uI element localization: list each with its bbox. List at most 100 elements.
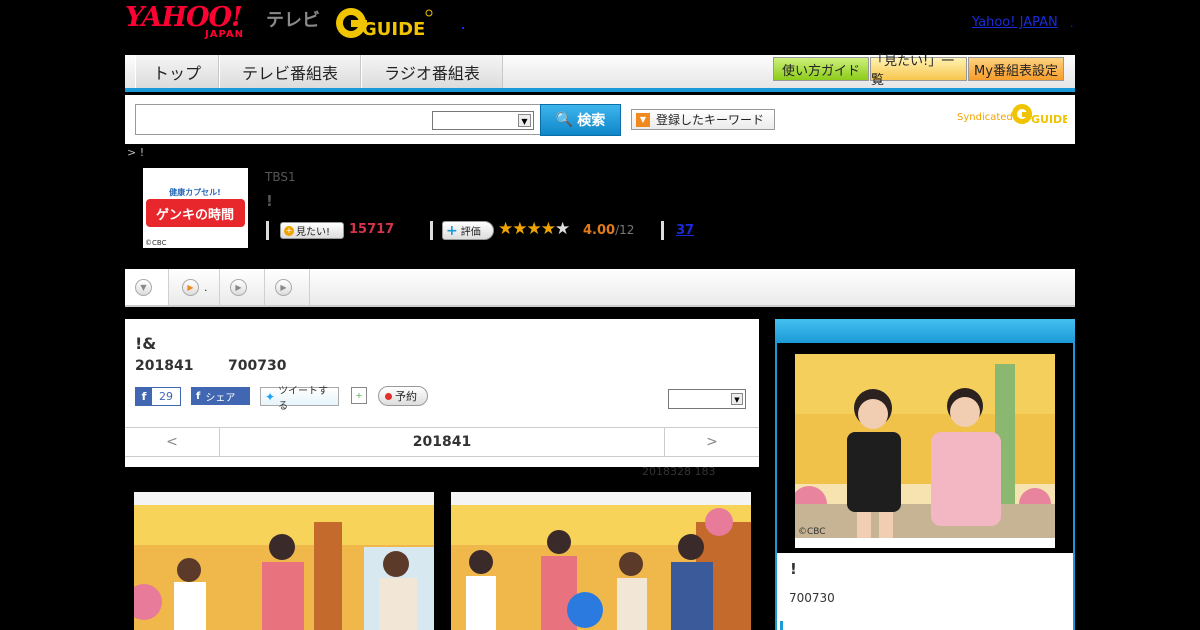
mitai-list-button[interactable]: 「見たい!」一覧	[870, 54, 967, 88]
syndicated-gguide-logo: GUIDE	[1012, 104, 1067, 126]
tv-label: テレビ	[266, 10, 320, 31]
divider	[661, 221, 664, 240]
sidebar-cast-photo[interactable]: ©CBC	[795, 354, 1055, 548]
rating-value: 4.00/12	[583, 223, 634, 238]
episode-panel: !& 201841 700730 f 29 f シェア ✦ ツイートする + 予…	[125, 319, 759, 467]
yahoo-japan-logo[interactable]: YAHOO! JAPAN	[125, 2, 265, 42]
rating-score: 4.00	[583, 223, 616, 238]
page: YAHOO! JAPAN テレビ GUIDE Yahoo! JAPAN . トッ…	[0, 0, 1200, 630]
sidebar-cast-photo-graphic: ©CBC	[795, 354, 1055, 548]
record-dot-icon	[385, 392, 392, 400]
divider	[430, 221, 433, 240]
header-dot-text: .	[1070, 17, 1074, 30]
chevron-down-icon: ▼	[731, 393, 743, 405]
twitter-bird-icon: ✦	[265, 389, 276, 404]
tab-1[interactable]: ▼	[125, 269, 169, 305]
registered-keyword-button[interactable]: ▼ 登録したキーワード	[631, 109, 775, 130]
main-nav: トップ テレビ番組表 ラジオ番組表 使い方ガイド 「見たい!」一覧 My番組表設…	[125, 54, 1075, 92]
guide-button[interactable]: 使い方ガイド	[773, 57, 869, 81]
tweet-label: ツイートする	[278, 385, 329, 412]
play-icon: ▶	[182, 278, 199, 296]
episode-title: !&	[135, 334, 157, 353]
yahoo-japan-link[interactable]: Yahoo! JAPAN	[972, 15, 1058, 30]
search-area: ▼ 🔍 検索 ▼ 登録したキーワード Syndicated GUIDE	[125, 95, 1075, 144]
svg-text:©CBC: ©CBC	[145, 239, 167, 247]
program-tab-bar: ▼ ▶ . ▶ ▶	[125, 269, 1075, 307]
studio-photo-1-graphic	[134, 492, 434, 630]
episode-select[interactable]: ▼	[668, 389, 746, 409]
facebook-icon: f	[196, 390, 201, 402]
tab-4[interactable]: ▶	[265, 269, 310, 305]
search-button[interactable]: 🔍 検索	[540, 104, 621, 136]
star-icon: ★	[540, 219, 556, 239]
star-icon: ★	[555, 219, 570, 239]
yahoo-logo-text: YAHOO!	[125, 2, 243, 33]
episode-date: 201841	[135, 358, 194, 374]
rating-stars: ★★★★★	[498, 219, 570, 239]
facebook-like-count: 29	[159, 390, 173, 403]
updated-timestamp: 2018328 183	[642, 465, 716, 478]
rate-button[interactable]: + 評価	[442, 221, 494, 240]
tab-label: .	[204, 280, 208, 294]
sidebar-number: 700730	[789, 591, 835, 605]
nav-tab-radio-schedule[interactable]: ラジオ番組表	[361, 55, 503, 88]
star-icon: ★	[512, 219, 527, 239]
studio-photo-2[interactable]	[451, 492, 751, 630]
syndicated-label: Syndicated	[957, 112, 1013, 123]
studio-photo-2-graphic	[451, 492, 751, 630]
japan-logo-text: JAPAN	[205, 29, 244, 40]
program-logo-graphic: 健康カプセル! ゲンキの時間 ©CBC	[143, 168, 248, 248]
reserve-button[interactable]: 予約	[378, 386, 428, 406]
mitai-button-label: 見たい!	[296, 227, 331, 238]
tab-3[interactable]: ▶	[220, 269, 265, 305]
facebook-share-label: シェア	[205, 392, 236, 404]
rate-button-label: 評価	[460, 227, 481, 238]
mitai-count: 15717	[349, 222, 395, 237]
pager-prev-button[interactable]: <	[125, 428, 220, 456]
facebook-share-button[interactable]: f シェア	[191, 387, 250, 405]
facebook-like-button[interactable]: f 29	[135, 387, 181, 406]
down-arrow-icon: ▼	[135, 278, 152, 296]
svg-text:©CBC: ©CBC	[798, 527, 826, 537]
play-icon: ▶	[230, 278, 247, 296]
sidebar-accent-bar	[780, 621, 783, 630]
pager-next-button[interactable]: >	[664, 428, 759, 456]
svg-text:GUIDE: GUIDE	[362, 19, 425, 40]
review-count-link[interactable]: 37	[676, 223, 694, 238]
search-icon: 🔍	[555, 112, 574, 128]
search-category-select[interactable]: ▼	[432, 111, 534, 130]
pager-current-date: 201841	[412, 434, 472, 450]
star-icon: ★	[526, 219, 542, 239]
nav-tab-top[interactable]: トップ	[135, 55, 219, 88]
breadcrumb[interactable]: > !	[127, 146, 144, 159]
reserve-label: 予約	[395, 390, 417, 403]
channel-name: TBS1	[265, 170, 296, 184]
svg-text:健康カプセル!: 健康カプセル!	[169, 187, 221, 197]
star-icon: ★	[498, 219, 513, 239]
tab-2[interactable]: ▶ .	[172, 269, 220, 305]
sidebar-title: !	[790, 560, 797, 578]
calendar-add-icon[interactable]: +	[351, 387, 367, 404]
registered-keyword-label: 登録したキーワード	[656, 113, 765, 127]
play-icon: ▶	[275, 278, 292, 296]
svg-text:GUIDE: GUIDE	[1031, 113, 1067, 126]
gguide-logo[interactable]: GUIDE	[334, 6, 434, 42]
tweet-button[interactable]: ✦ ツイートする	[260, 386, 339, 412]
episode-pager: < 201841 >	[125, 427, 759, 457]
studio-photo-1[interactable]	[134, 492, 434, 630]
plus-icon: +	[284, 225, 294, 236]
plus-icon: +	[446, 222, 458, 239]
search-button-label: 検索	[577, 113, 606, 129]
my-schedule-settings-button[interactable]: My番組表設定	[968, 57, 1064, 81]
program-title: !	[266, 192, 273, 210]
svg-text:ゲンキの時間: ゲンキの時間	[156, 207, 234, 223]
episode-number: 700730	[228, 358, 287, 374]
mitai-button[interactable]: + 見たい!	[280, 222, 344, 239]
rating-count: /12	[615, 223, 635, 237]
program-image: 健康カプセル! ゲンキの時間 ©CBC	[143, 168, 248, 248]
divider	[266, 221, 269, 240]
chevron-down-icon: ▼	[518, 114, 531, 127]
sidebar-header	[775, 319, 1075, 343]
header-dot	[462, 27, 464, 29]
nav-tab-tv-schedule[interactable]: テレビ番組表	[219, 55, 361, 88]
